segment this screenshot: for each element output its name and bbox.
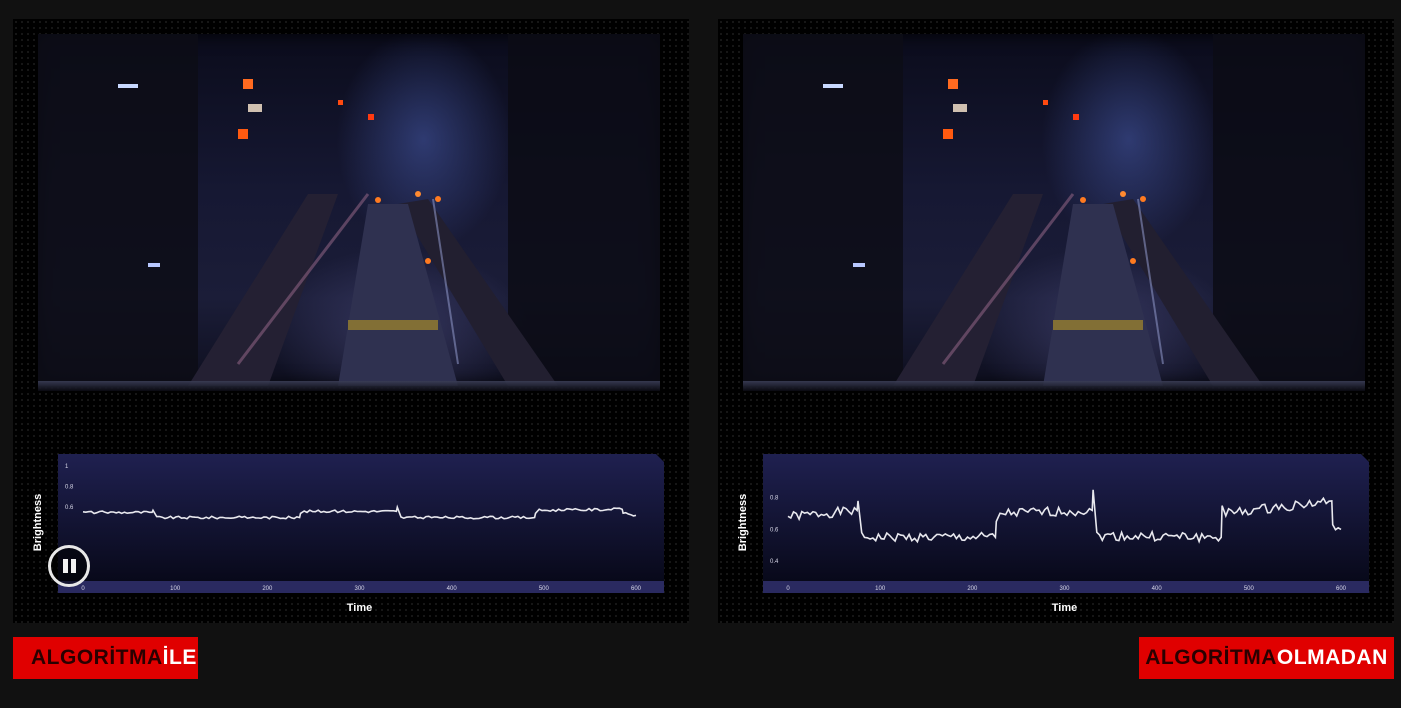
video-bottom-edge bbox=[743, 381, 1365, 391]
x-tick-label: 200 bbox=[262, 586, 273, 592]
brightness-chart-with-algorithm: 0 100 200 300 400 500 60010.80.6TimeBrightness bbox=[32, 454, 664, 614]
pause-icon-bar bbox=[71, 559, 76, 573]
x-tick-label: 300 bbox=[354, 586, 365, 592]
y-axis-label: Brightness bbox=[32, 494, 44, 551]
video-bottom-edge bbox=[38, 381, 660, 391]
video-panel-without-algorithm: 0 100 200 300 400 500 600 0.8 0.6 0.4 Time Brightne… bbox=[718, 19, 1394, 623]
x-tick-label: 500 bbox=[1244, 586, 1255, 592]
y-axis-label: Brightness bbox=[737, 494, 749, 551]
y-tick-label: 0.8 bbox=[65, 485, 74, 491]
pause-icon bbox=[63, 559, 68, 573]
x-tick-label: 400 bbox=[447, 586, 458, 592]
chart-plot-area bbox=[58, 454, 664, 581]
brightness-chart-without-algorithm: 0 100 200 300 400 500 6000.80.60.4TimeBrightne… bbox=[737, 454, 1369, 614]
x-tick-label: 600 bbox=[631, 586, 642, 592]
label-algorithm-text: ALGORİTMA bbox=[31, 646, 163, 669]
video-panel-with-algorithm: 0 100 200 300 400 500 600 1 0.8 0.6 Time Brightness bbox=[13, 19, 689, 623]
y-tick-label: 0.4 bbox=[770, 559, 779, 565]
x-tick-label: 100 bbox=[170, 586, 181, 592]
game-scene-illustration bbox=[743, 34, 1365, 386]
game-video-frame[interactable] bbox=[743, 34, 1365, 386]
label-algorithm-text: ALGORİTMA bbox=[1145, 646, 1277, 669]
x-tick-label: 500 bbox=[539, 586, 550, 592]
x-tick-label: 300 bbox=[1059, 586, 1070, 592]
y-tick-label: 0.6 bbox=[770, 527, 779, 533]
label-with-algorithm: ALGORİTMA İLE bbox=[13, 637, 198, 679]
label-without-algorithm: ALGORİTMA OLMADAN bbox=[1139, 637, 1394, 679]
pause-button[interactable] bbox=[48, 545, 90, 587]
game-scene-illustration bbox=[38, 34, 660, 386]
chart-plot-area bbox=[763, 454, 1369, 581]
x-tick-label: 100 bbox=[875, 586, 886, 592]
y-tick-label: 0.8 bbox=[770, 496, 779, 502]
x-axis-label: Time bbox=[347, 602, 372, 614]
label-with-text: İLE bbox=[162, 646, 197, 669]
x-tick-label: 600 bbox=[1336, 586, 1347, 592]
x-axis-label: Time bbox=[1052, 602, 1077, 614]
label-without-text: OLMADAN bbox=[1276, 646, 1388, 669]
y-tick-label: 0.6 bbox=[65, 505, 74, 511]
game-video-frame[interactable] bbox=[38, 34, 660, 386]
x-tick-label: 400 bbox=[1152, 586, 1163, 592]
x-tick-label: 200 bbox=[967, 586, 978, 592]
